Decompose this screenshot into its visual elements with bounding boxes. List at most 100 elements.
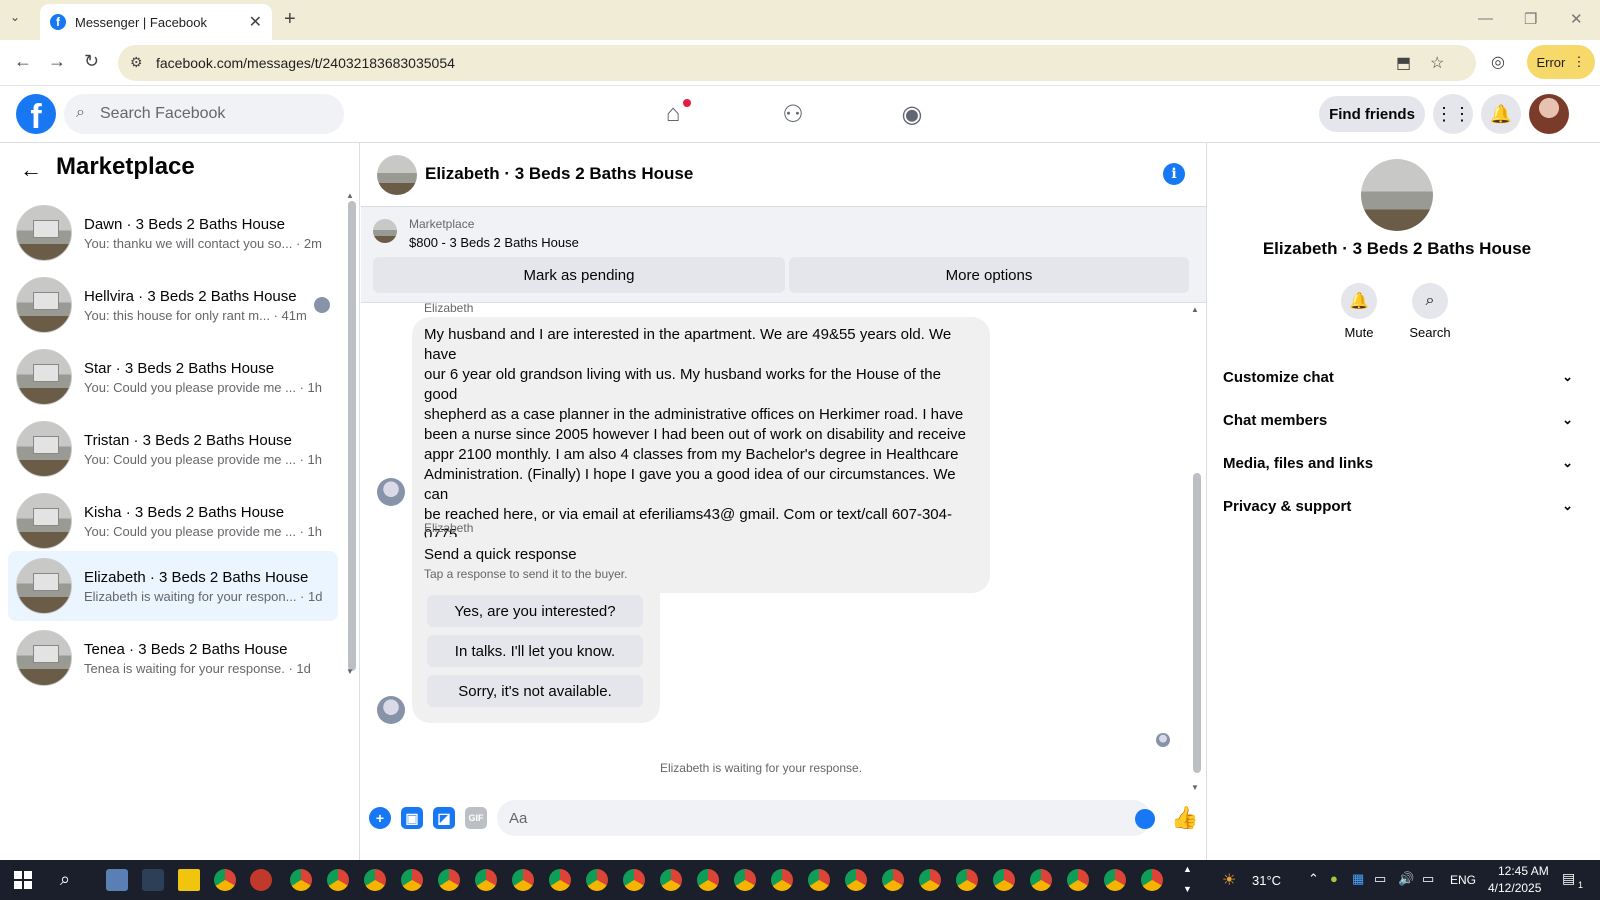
taskbar-chrome-icon[interactable] <box>660 869 682 891</box>
find-friends-button[interactable]: Find friends <box>1319 96 1425 132</box>
conversation-item-tenea[interactable]: Tenea · 3 Beds 2 Baths House Tenea is wai… <box>8 623 338 693</box>
taskbar-chrome-icon[interactable] <box>1104 869 1126 891</box>
quick-response-not-available[interactable]: Sorry, it's not available. <box>427 675 643 707</box>
scroll-down-icon[interactable]: ▼ <box>346 667 354 676</box>
notification-center-icon[interactable]: ▤ <box>1562 870 1575 887</box>
sticker-icon[interactable]: ◪ <box>433 807 455 829</box>
tray-app-icon[interactable]: ▦ <box>1352 871 1364 887</box>
add-attachment-icon[interactable]: + <box>369 807 391 829</box>
groups-icon[interactable]: ◉ <box>896 98 928 130</box>
mute-action[interactable]: 🔔 Mute <box>1329 283 1389 340</box>
temperature[interactable]: 31°C <box>1252 873 1281 888</box>
taskbar-chrome-icon[interactable] <box>438 869 460 891</box>
taskbar-app-icon[interactable] <box>250 869 272 891</box>
taskbar-chrome-icon[interactable] <box>919 869 941 891</box>
new-tab-icon[interactable]: + <box>284 8 296 31</box>
taskbar-chrome-icon[interactable] <box>1067 869 1089 891</box>
taskbar-chrome-icon[interactable] <box>214 869 236 891</box>
minimize-icon[interactable]: — <box>1478 10 1493 27</box>
taskbar-chrome-icon[interactable] <box>882 869 904 891</box>
install-app-icon[interactable]: ⬒ <box>1396 53 1411 73</box>
taskbar-search-icon[interactable]: ⌕ <box>60 869 70 890</box>
sender-avatar[interactable] <box>377 478 405 506</box>
network-icon[interactable]: ▭ <box>1422 871 1434 887</box>
customize-chat-row[interactable]: Customize chat ⌄ <box>1223 357 1573 397</box>
thumbs-up-icon[interactable]: 👍 <box>1171 805 1198 831</box>
message-input[interactable]: Aa <box>497 800 1151 836</box>
privacy-support-row[interactable]: Privacy & support ⌄ <box>1223 486 1573 526</box>
media-files-links-row[interactable]: Media, files and links ⌄ <box>1223 443 1573 483</box>
quick-response-yes[interactable]: Yes, are you interested? <box>427 595 643 627</box>
back-arrow-icon[interactable]: ← <box>20 157 42 183</box>
taskbar-chrome-icon[interactable] <box>697 869 719 891</box>
weather-icon[interactable]: ☀ <box>1222 870 1236 890</box>
account-avatar[interactable] <box>1529 94 1569 134</box>
clock-time[interactable]: 12:45 AM <box>1498 864 1549 878</box>
language-indicator[interactable]: ENG <box>1450 873 1476 887</box>
volume-icon[interactable]: 🔊 <box>1398 871 1414 887</box>
site-info-icon[interactable]: ⚙ <box>130 54 143 71</box>
taskbar-chrome-icon[interactable] <box>623 869 645 891</box>
gif-icon[interactable]: GIF <box>465 807 487 829</box>
sender-avatar[interactable] <box>377 696 405 724</box>
taskbar-chrome-icon[interactable] <box>586 869 608 891</box>
restore-icon[interactable]: ❐ <box>1524 10 1537 28</box>
taskbar-chrome-icon[interactable] <box>808 869 830 891</box>
taskbar-chrome-icon[interactable] <box>845 869 867 891</box>
browser-profile-icon[interactable]: ◎ <box>1491 52 1505 72</box>
friends-icon[interactable]: ⚇ <box>777 98 809 130</box>
more-options-button[interactable]: More options <box>789 257 1189 293</box>
close-tab-icon[interactable]: ✕ <box>249 12 262 32</box>
taskbar-chrome-icon[interactable] <box>956 869 978 891</box>
taskbar-app-icon[interactable] <box>142 869 164 891</box>
address-bar[interactable]: ⚙ facebook.com/messages/t/24032183683035… <box>118 45 1476 81</box>
taskbar-chrome-icon[interactable] <box>734 869 756 891</box>
taskbar-chrome-icon[interactable] <box>993 869 1015 891</box>
taskbar-chrome-icon[interactable] <box>364 869 386 891</box>
photo-icon[interactable]: ▣ <box>401 807 423 829</box>
taskbar-chrome-icon[interactable] <box>549 869 571 891</box>
clock-date[interactable]: 4/12/2025 <box>1488 881 1541 895</box>
conversation-item-tristan[interactable]: Tristan · 3 Beds 2 Baths House You: Could… <box>8 414 338 484</box>
taskbar-chrome-icon[interactable] <box>401 869 423 891</box>
taskbar-app-icon[interactable] <box>106 869 128 891</box>
info-icon[interactable]: i <box>1163 163 1185 185</box>
emoji-icon[interactable] <box>1135 809 1155 829</box>
taskbar-chrome-icon[interactable] <box>475 869 497 891</box>
conversation-item-star[interactable]: Star · 3 Beds 2 Baths House You: Could yo… <box>8 342 338 412</box>
taskbar-scroll-down-icon[interactable]: ▼ <box>1183 884 1192 894</box>
back-icon[interactable]: ← <box>14 51 32 72</box>
taskbar-chrome-icon[interactable] <box>771 869 793 891</box>
chat-profile-avatar[interactable] <box>1361 159 1433 231</box>
forward-icon[interactable]: → <box>48 51 66 72</box>
windows-start-icon[interactable] <box>14 871 32 889</box>
taskbar-chrome-icon[interactable] <box>290 869 312 891</box>
bookmark-star-icon[interactable]: ☆ <box>1430 53 1444 73</box>
chat-scrollbar[interactable] <box>1193 473 1201 773</box>
taskbar-scroll-up-icon[interactable]: ▲ <box>1183 864 1192 874</box>
conversation-item-hellvira[interactable]: Hellvira · 3 Beds 2 Baths House You: this… <box>8 270 338 340</box>
tray-app-icon[interactable]: ● <box>1330 871 1338 886</box>
tab-search-chevron-icon[interactable]: ⌄ <box>10 10 20 24</box>
conversation-item-elizabeth[interactable]: Elizabeth · 3 Beds 2 Baths House Elizabet… <box>8 551 338 621</box>
conversation-item-dawn[interactable]: Dawn · 3 Beds 2 Baths House You: thanku w… <box>8 198 338 268</box>
taskbar-chrome-icon[interactable] <box>327 869 349 891</box>
listing-price-title[interactable]: $800 - 3 Beds 2 Baths House <box>409 235 579 250</box>
notifications-bell-icon[interactable]: 🔔 <box>1481 94 1521 134</box>
quick-response-in-talks[interactable]: In talks. I'll let you know. <box>427 635 643 667</box>
taskbar-chrome-icon[interactable] <box>1030 869 1052 891</box>
taskbar-chrome-icon[interactable] <box>512 869 534 891</box>
close-window-icon[interactable]: ✕ <box>1570 10 1583 28</box>
search-action[interactable]: ⌕ Search <box>1400 283 1460 340</box>
menu-grid-icon[interactable]: ⋮⋮ <box>1433 94 1473 134</box>
chat-scroll-down-icon[interactable]: ▼ <box>1191 783 1199 792</box>
tray-chevron-up-icon[interactable]: ⌃ <box>1308 871 1319 887</box>
facebook-logo-icon[interactable]: f <box>16 94 56 134</box>
reload-icon[interactable]: ↻ <box>84 51 99 72</box>
taskbar-chrome-icon[interactable] <box>1141 869 1163 891</box>
conversation-item-kisha[interactable]: Kisha · 3 Beds 2 Baths House You: Could y… <box>8 486 338 556</box>
scroll-up-icon[interactable]: ▲ <box>346 191 354 200</box>
chat-members-row[interactable]: Chat members ⌄ <box>1223 400 1573 440</box>
tray-device-icon[interactable]: ▭ <box>1374 871 1386 887</box>
chat-scroll-up-icon[interactable]: ▲ <box>1191 305 1199 314</box>
